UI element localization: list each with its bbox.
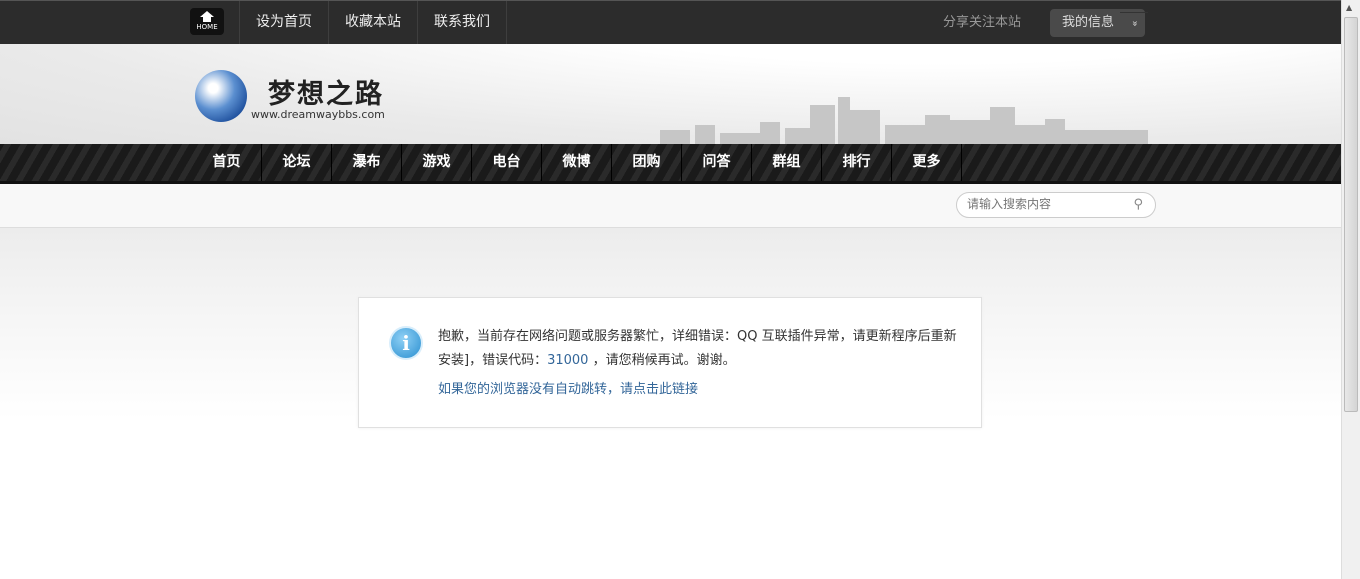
scrollbar-thumb[interactable]	[1344, 17, 1358, 412]
share-link[interactable]: 分享关注本站	[943, 1, 1021, 44]
vertical-scrollbar[interactable]: ▲	[1341, 0, 1360, 579]
error-code: 31000	[547, 353, 589, 368]
top-bar: HOME 设为首页 收藏本站 联系我们 分享关注本站 我的信息 »	[0, 0, 1341, 44]
logo-url: www.dreamwaybbs.com	[251, 108, 385, 121]
my-info-button[interactable]: 我的信息 »	[1050, 9, 1148, 37]
logo-icon[interactable]	[195, 70, 247, 122]
error-message-text: 抱歉，当前存在网络问题或服务器繁忙，详细错误：QQ 互联插件异常，请更新程序后重…	[438, 325, 968, 373]
nav-item-more[interactable]: 更多	[892, 144, 962, 181]
nav-item-home[interactable]: 首页	[192, 144, 262, 181]
redirect-link[interactable]: 如果您的浏览器没有自动跳转，请点击此链接	[438, 378, 698, 397]
search-input[interactable]	[967, 197, 1127, 211]
nav-item-forum[interactable]: 论坛	[262, 144, 332, 181]
main-nav: 首页 论坛 瀑布 游戏 电台 微博 团购 问答 群组 排行 更多	[0, 144, 1341, 184]
error-text-suffix: ，请您稍候再试。谢谢。	[588, 353, 736, 368]
info-icon: i	[389, 326, 423, 360]
contact-link[interactable]: 联系我们	[417, 1, 507, 44]
logo-text[interactable]: 梦想之路	[268, 72, 384, 111]
nav-item-qa[interactable]: 问答	[682, 144, 752, 181]
nav-item-waterfall[interactable]: 瀑布	[332, 144, 402, 181]
home-icon-body	[203, 17, 211, 22]
nav-item-radio[interactable]: 电台	[472, 144, 542, 181]
nav-item-weibo[interactable]: 微博	[542, 144, 612, 181]
my-info-label: 我的信息	[1062, 15, 1115, 30]
page: HOME 设为首页 收藏本站 联系我们 分享关注本站 我的信息 » 梦想之路 ww…	[0, 0, 1341, 579]
nav-item-groups[interactable]: 群组	[752, 144, 822, 181]
scroll-up-icon[interactable]: ▲	[1346, 3, 1352, 12]
error-message-box: i 抱歉，当前存在网络问题或服务器繁忙，详细错误：QQ 互联插件异常，请更新程序…	[358, 297, 982, 428]
bookmark-link[interactable]: 收藏本站	[328, 1, 417, 44]
home-label: HOME	[196, 23, 218, 31]
chevron-down-icon[interactable]: »	[1120, 12, 1148, 34]
search-box: ⚲	[956, 192, 1156, 218]
nav-item-ranking[interactable]: 排行	[822, 144, 892, 181]
city-skyline-decoration	[660, 97, 1148, 144]
nav-item-games[interactable]: 游戏	[402, 144, 472, 181]
set-homepage-link[interactable]: 设为首页	[239, 1, 328, 44]
search-icon[interactable]: ⚲	[1133, 197, 1143, 212]
nav-item-groupbuy[interactable]: 团购	[612, 144, 682, 181]
home-button[interactable]: HOME	[190, 8, 224, 35]
